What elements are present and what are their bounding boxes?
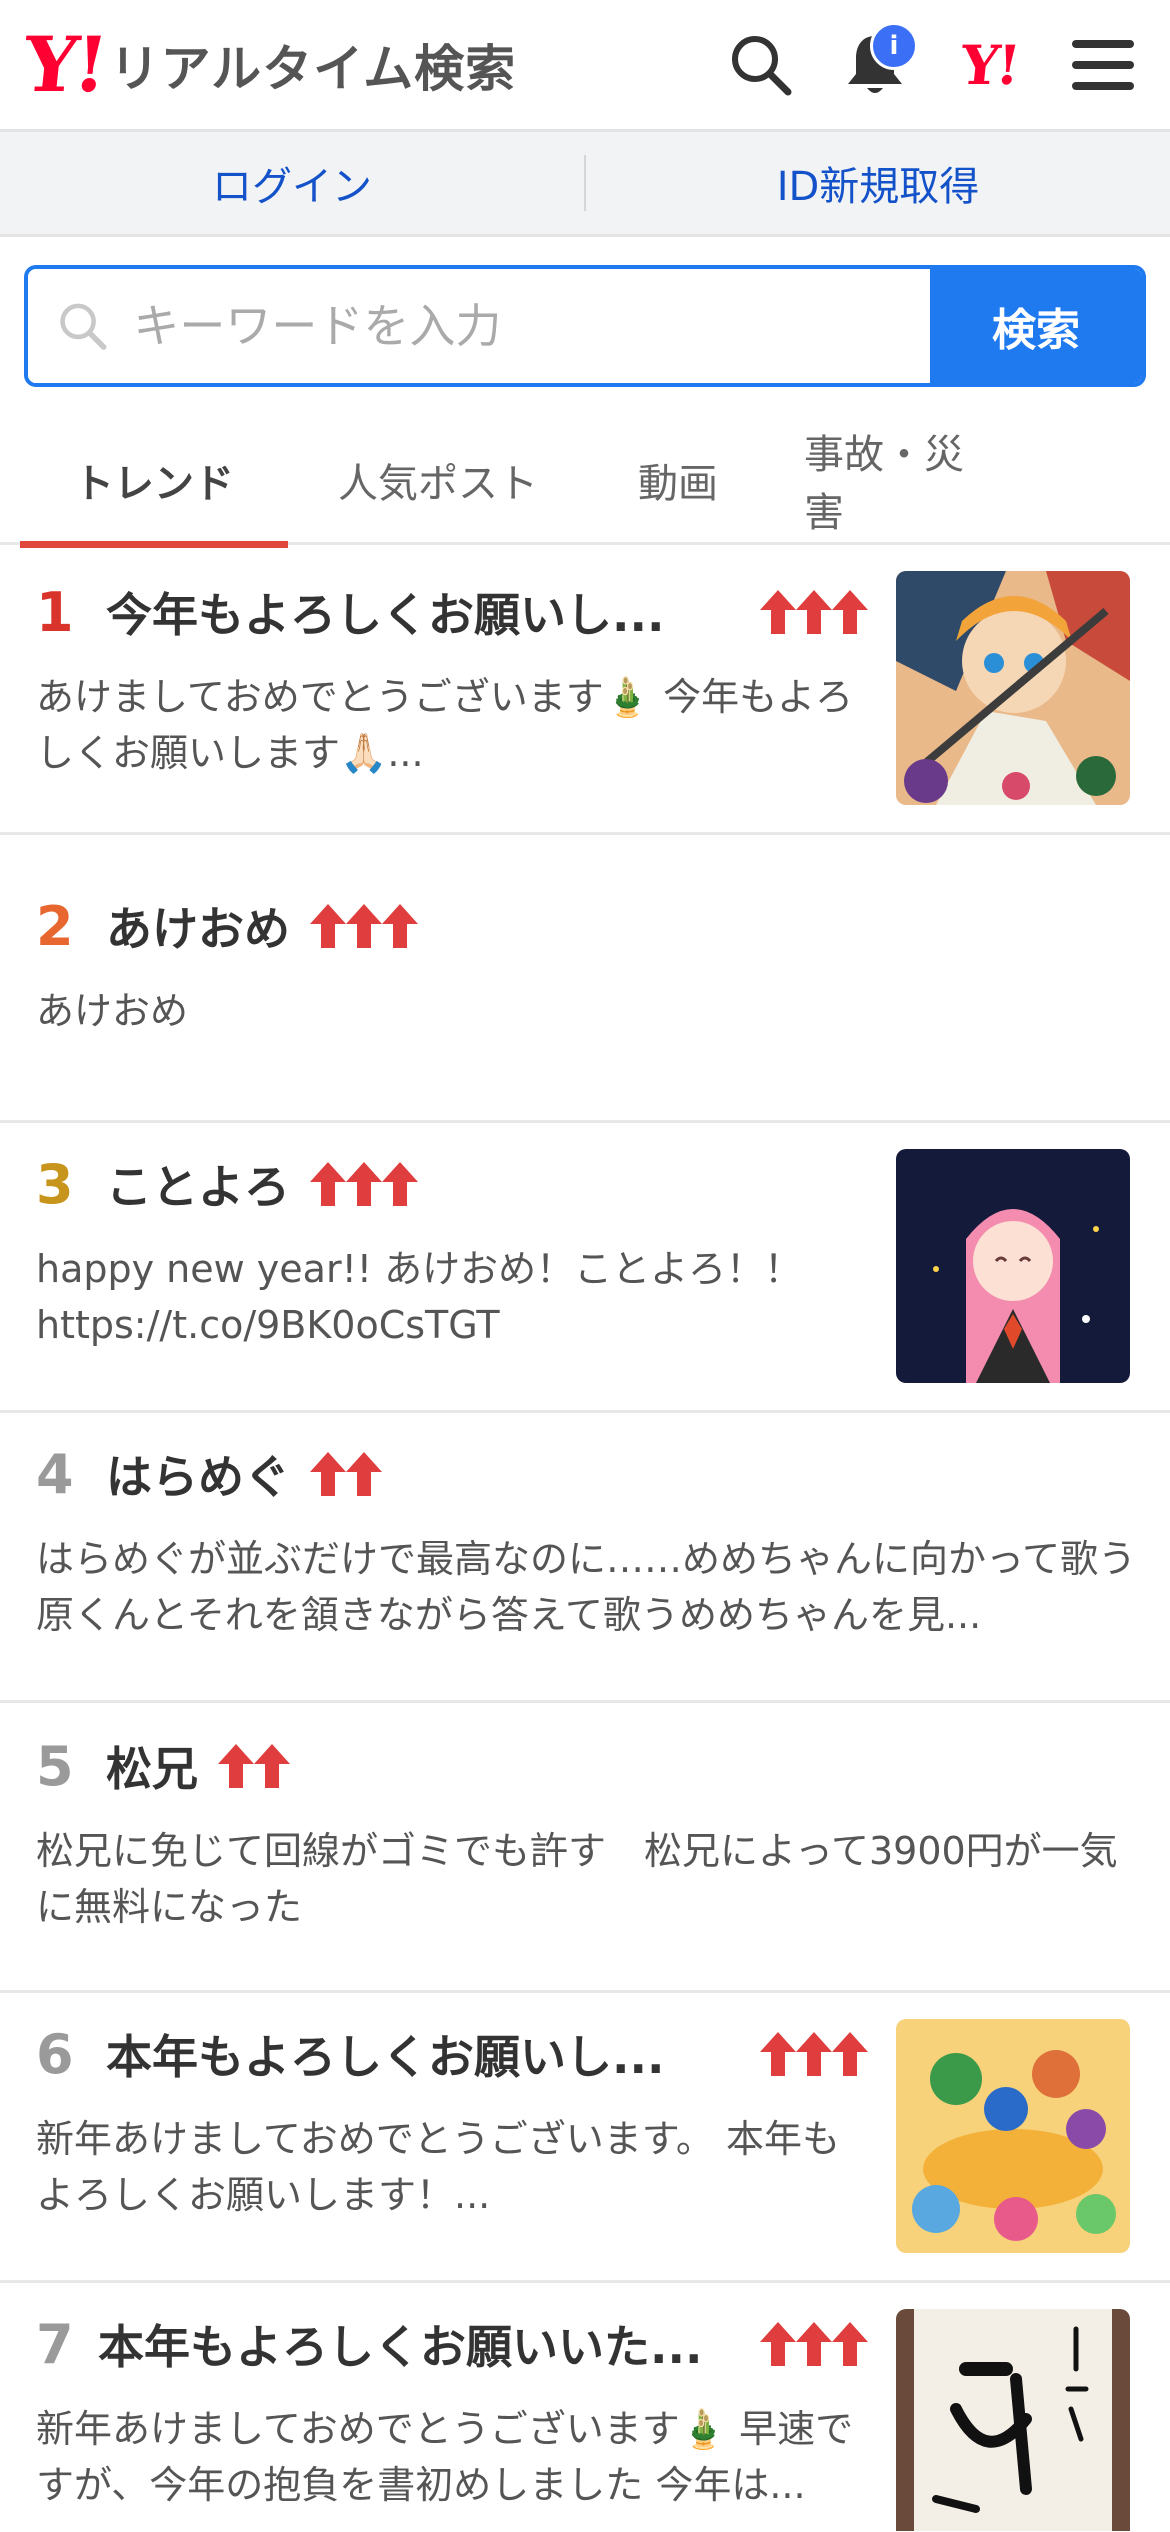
- category-tabs: トレンド 人気ポスト 動画 事故・災害: [0, 415, 1170, 548]
- trend-thumbnail[interactable]: [896, 571, 1130, 805]
- trend-item[interactable]: 3 ことよろ happy new year!! あけおめ！ことよろ！！ http…: [0, 1123, 1170, 1413]
- trend-up-arrows-icon: [758, 2320, 868, 2368]
- logo-title: リアルタイム検索: [109, 39, 517, 98]
- login-link[interactable]: ログイン: [0, 154, 584, 212]
- trend-title: 本年もよろしくお願いし...: [106, 2030, 665, 2084]
- trend-description: あけおめ: [36, 989, 189, 1033]
- trend-item[interactable]: 5 松兄 松兄に免じて回線がゴミでも許す 松兄によって3900円が一気に無料にな…: [0, 1703, 1170, 1993]
- trend-title: はらめぐ: [106, 1450, 290, 1504]
- trend-up-arrows-icon: [216, 1742, 290, 1790]
- trend-up-arrows-icon: [308, 902, 418, 950]
- trend-rank: 2: [36, 894, 74, 958]
- yahoo-logo-mark: Y!: [19, 19, 109, 109]
- notification-bell-icon[interactable]: i: [830, 20, 920, 110]
- app-header: Y! リアルタイム検索 i Y!: [0, 0, 1170, 132]
- trend-title: 今年もよろしくお願いし...: [106, 588, 665, 642]
- search-field[interactable]: [28, 269, 930, 383]
- trend-description: happy new year!! あけおめ！ことよろ！！ https://t.c…: [36, 1247, 803, 1347]
- trend-description: 松兄に免じて回線がゴミでも許す 松兄によって3900円が一気に無料になった: [36, 1829, 1118, 1929]
- trend-rank: 6: [36, 2022, 74, 2086]
- trend-title: 松兄: [106, 1742, 198, 1796]
- search-box: 検索: [24, 265, 1146, 387]
- yahoo-mini-logo: Y!: [957, 32, 1021, 97]
- search-button[interactable]: 検索: [930, 269, 1142, 383]
- search-icon[interactable]: [716, 20, 806, 110]
- trend-up-arrows-icon: [308, 1450, 382, 1498]
- login-bar: ログイン ID新規取得: [0, 132, 1170, 237]
- trend-rank: 7: [36, 2312, 74, 2376]
- trend-description: 新年あけましておめでとうございます。 本年もよろしくお願いします！...: [36, 2117, 841, 2217]
- trend-title: 本年もよろしくお願いいた...: [98, 2320, 703, 2374]
- search-field-icon: [60, 303, 107, 350]
- trend-item[interactable]: 7 本年もよろしくお願いいた... 新年あけましておめでとうございます🎍 早速で…: [0, 2283, 1170, 2532]
- yahoo-home-icon[interactable]: Y!: [944, 20, 1034, 110]
- tab-popular-posts[interactable]: 人気ポスト: [288, 415, 588, 545]
- trend-item[interactable]: 1 今年もよろしくお願いし... あけましておめでとうございます🎍 今年もよろし…: [0, 545, 1170, 835]
- trend-up-arrows-icon: [758, 2030, 868, 2078]
- trend-rank: 5: [36, 1734, 74, 1798]
- trend-item[interactable]: 2 あけおめ あけおめ: [0, 835, 1170, 1123]
- search-input[interactable]: [133, 299, 930, 353]
- tab-videos[interactable]: 動画: [588, 415, 768, 545]
- trend-title: あけおめ: [106, 902, 290, 956]
- tab-accidents-disasters[interactable]: 事故・災害: [768, 415, 1038, 545]
- trend-rank: 1: [36, 580, 74, 644]
- trend-thumbnail[interactable]: [896, 2309, 1130, 2531]
- trend-item[interactable]: 6 本年もよろしくお願いし... 新年あけましておめでとうございます。 本年もよ…: [0, 1993, 1170, 2283]
- trend-list: 1 今年もよろしくお願いし... あけましておめでとうございます🎍 今年もよろし…: [0, 545, 1170, 2532]
- trend-rank: 3: [36, 1152, 74, 1216]
- trend-thumbnail[interactable]: [896, 1149, 1130, 1383]
- tab-trend[interactable]: トレンド: [20, 415, 288, 548]
- trend-title: ことよろ: [106, 1160, 290, 1214]
- yahoo-realtime-logo[interactable]: Y! リアルタイム検索: [19, 20, 517, 109]
- notification-badge: i: [870, 21, 918, 70]
- signup-link[interactable]: ID新規取得: [586, 154, 1170, 212]
- trend-description: はらめぐが並ぶだけで最高なのに……めめちゃんに向かって歌う原くんとそれを頷きなが…: [36, 1537, 1137, 1637]
- trend-description: あけましておめでとうございます🎍 今年もよろしくお願いします🙏🏻...: [36, 675, 854, 775]
- menu-icon[interactable]: [1058, 20, 1148, 110]
- trend-up-arrows-icon: [758, 588, 868, 636]
- trend-thumbnail[interactable]: [896, 2019, 1130, 2253]
- trend-rank: 4: [36, 1442, 74, 1506]
- trend-up-arrows-icon: [308, 1160, 418, 1208]
- trend-description: 新年あけましておめでとうございます🎍 早速ですが、今年の抱負を書初めしました 今…: [36, 2407, 854, 2507]
- trend-item[interactable]: 4 はらめぐ はらめぐが並ぶだけで最高なのに……めめちゃんに向かって歌う原くんと…: [0, 1413, 1170, 1703]
